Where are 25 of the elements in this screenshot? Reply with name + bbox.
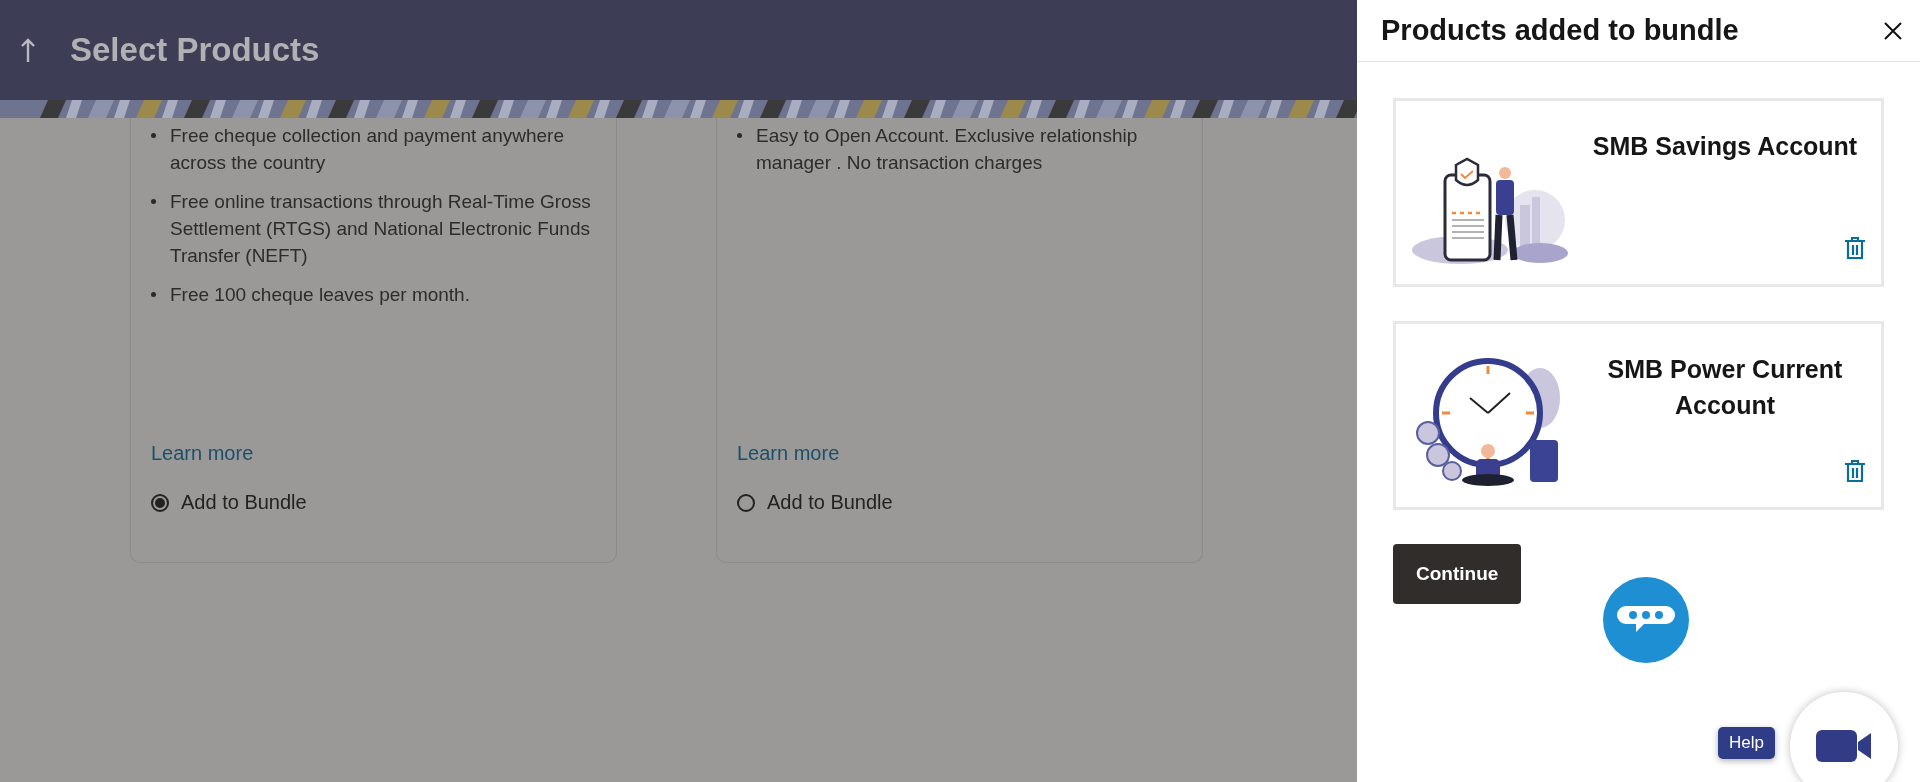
product-name: SMB Savings Account [1591, 131, 1859, 162]
help-label[interactable]: Help [1718, 727, 1775, 759]
bullet-icon [737, 133, 742, 138]
feature-text: Free 100 cheque leaves per month. [170, 283, 470, 307]
radio-label[interactable]: Add to Bundle [181, 491, 307, 514]
feature-text: Free cheque collection and payment anywhere across the country [170, 124, 565, 175]
radio-label[interactable]: Add to Bundle [767, 491, 893, 514]
panel-title: Products added to bundle [1381, 14, 1739, 47]
bullet-icon [151, 133, 156, 138]
feature-text: Free online transactions through Real-Time Gross Settlement (RTGS) and National Electronic Funds Transfer (NEFT) [170, 190, 592, 268]
close-icon[interactable] [1884, 21, 1902, 40]
product-name: SMB Power Current Account [1606, 354, 1844, 421]
continue-button[interactable]: Continue [1393, 544, 1522, 604]
radio-button[interactable] [737, 493, 755, 512]
radio-button[interactable] [151, 493, 169, 512]
trash-icon[interactable] [1844, 459, 1866, 483]
bullet-icon [151, 199, 156, 204]
page-title: Select Products [70, 31, 320, 69]
up-arrow-icon[interactable] [20, 37, 36, 63]
chat-icon[interactable] [1602, 576, 1690, 664]
feature-text: Easy to Open Account. Exclusive relationship manager . No transaction charges [756, 124, 1139, 175]
trash-icon[interactable] [1844, 236, 1866, 260]
learn-more-link[interactable]: Learn more [737, 442, 840, 465]
bullet-icon [151, 292, 156, 297]
learn-more-link[interactable]: Learn more [151, 442, 254, 465]
